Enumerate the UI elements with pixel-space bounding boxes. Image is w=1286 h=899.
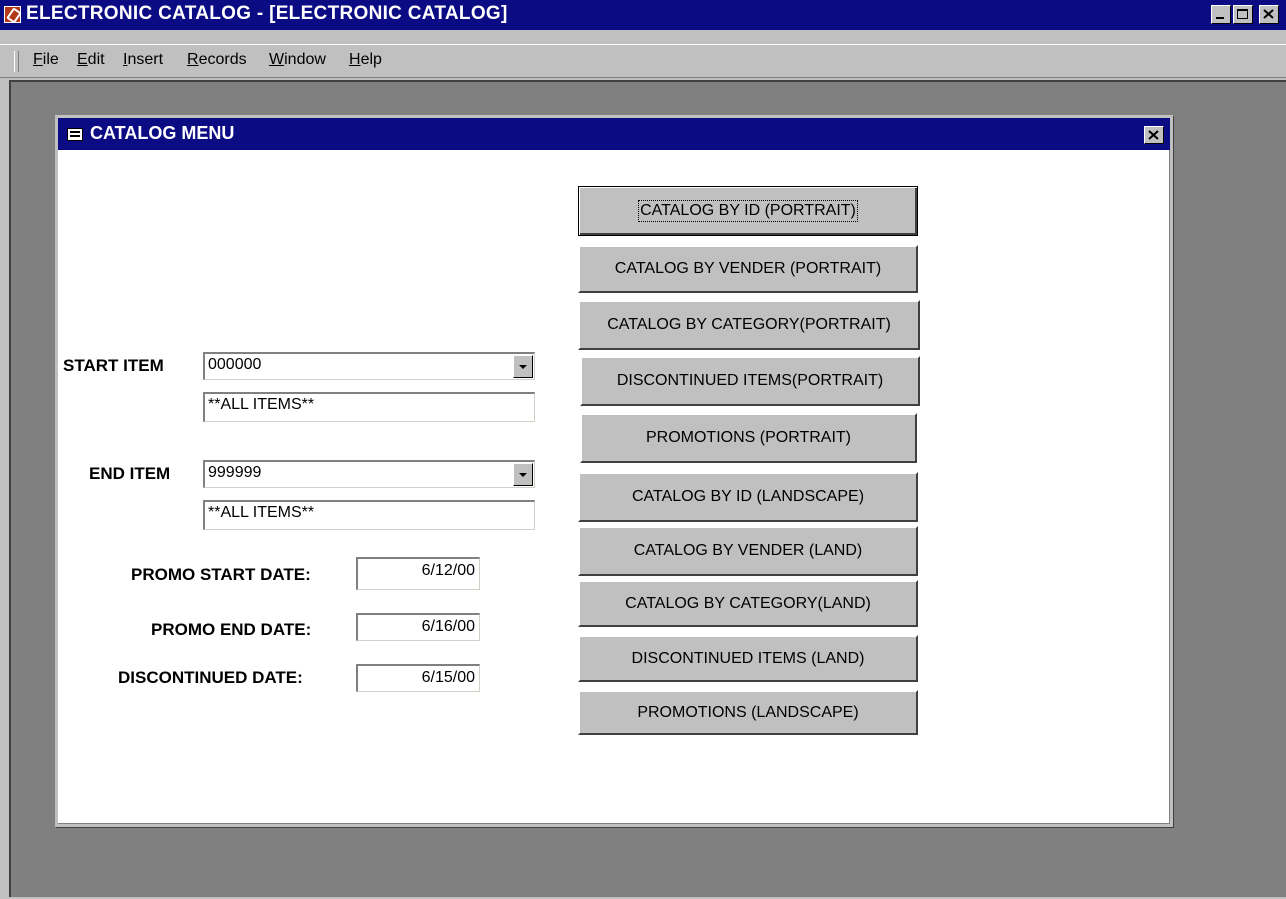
discontinued-date-label: DISCONTINUED DATE: xyxy=(118,668,303,687)
menu-window[interactable]: Window xyxy=(269,51,326,69)
catalog-menu-window: CATALOG MENU START ITEM 000000 **ALL ITE… xyxy=(55,115,1173,827)
button-label: DISCONTINUED ITEMS(PORTRAIT) xyxy=(616,372,884,389)
button-label: PROMOTIONS (LANDSCAPE) xyxy=(637,703,859,721)
discontinued-items-portrait-button[interactable]: DISCONTINUED ITEMS(PORTRAIT) xyxy=(580,356,920,406)
catalog-by-category-land-button[interactable]: CATALOG BY CATEGORY(LAND) xyxy=(578,580,918,627)
end-item-label: END ITEM xyxy=(89,464,171,483)
menu-window-accel: W xyxy=(269,51,285,68)
maximize-icon xyxy=(1237,9,1248,19)
catalog-menu-title: CATALOG MENU xyxy=(90,123,235,143)
button-label: CATALOG BY CATEGORY(PORTRAIT) xyxy=(607,316,891,333)
form-close-button[interactable] xyxy=(1144,126,1164,144)
menu-help[interactable]: Help xyxy=(349,51,382,69)
close-icon xyxy=(1263,9,1274,19)
discontinued-date-field[interactable]: 6/15/00 xyxy=(356,664,480,692)
menu-grip xyxy=(14,51,19,72)
end-item-dropdown-button[interactable] xyxy=(513,463,533,486)
menu-file[interactable]: File xyxy=(33,51,59,69)
button-label: PROMOTIONS (PORTRAIT) xyxy=(645,429,852,446)
promo-start-date-value: 6/12/00 xyxy=(421,562,475,579)
promo-end-date-value: 6/16/00 xyxy=(421,618,475,635)
catalog-by-category-portrait-button[interactable]: CATALOG BY CATEGORY(PORTRAIT) xyxy=(578,300,920,350)
button-label: CATALOG BY CATEGORY(LAND) xyxy=(625,594,871,612)
menu-edit-accel: E xyxy=(77,51,88,68)
discontinued-date-value: 6/15/00 xyxy=(421,669,475,686)
menu-file-accel: F xyxy=(33,51,43,68)
menu-file-label: ile xyxy=(42,51,59,68)
app-titlebar: ELECTRONIC CATALOG - [ELECTRONIC CATALOG… xyxy=(0,0,1286,30)
start-item-description-text: **ALL ITEMS** xyxy=(208,396,315,413)
maximize-button[interactable] xyxy=(1233,5,1253,24)
menu-insert[interactable]: Insert xyxy=(123,51,163,69)
promotions-portrait-button[interactable]: PROMOTIONS (PORTRAIT) xyxy=(580,413,917,463)
start-item-description[interactable]: **ALL ITEMS** xyxy=(203,392,535,422)
promotions-landscape-button[interactable]: PROMOTIONS (LANDSCAPE) xyxy=(578,690,918,735)
start-item-label: START ITEM xyxy=(63,356,164,375)
access-key-icon[interactable] xyxy=(4,6,21,23)
menu-records-accel: R xyxy=(187,51,199,68)
menu-edit[interactable]: Edit xyxy=(77,51,105,69)
end-item-description[interactable]: **ALL ITEMS** xyxy=(203,500,535,530)
button-label: CATALOG BY ID (LANDSCAPE) xyxy=(631,488,865,505)
catalog-by-vender-land-button[interactable]: CATALOG BY VENDER (LAND) xyxy=(578,526,918,576)
catalog-by-vender-portrait-button[interactable]: CATALOG BY VENDER (PORTRAIT) xyxy=(578,245,918,293)
minimize-icon xyxy=(1216,17,1224,19)
menu-insert-label: nsert xyxy=(127,51,164,68)
catalog-menu-titlebar: CATALOG MENU xyxy=(58,118,1170,150)
end-item-description-text: **ALL ITEMS** xyxy=(208,504,315,521)
button-label: CATALOG BY ID (PORTRAIT) xyxy=(638,200,858,222)
catalog-by-id-portrait-button[interactable]: CATALOG BY ID (PORTRAIT) xyxy=(578,186,918,236)
menu-help-label: elp xyxy=(360,51,382,68)
minimize-button[interactable] xyxy=(1211,5,1231,24)
menu-records-label: ecords xyxy=(198,51,247,68)
button-label: CATALOG BY VENDER (LAND) xyxy=(633,542,863,559)
start-item-combo[interactable]: 000000 xyxy=(203,352,535,380)
end-item-combo[interactable]: 999999 xyxy=(203,460,535,488)
promo-start-date-label: PROMO START DATE: xyxy=(131,565,311,584)
discontinued-items-land-button[interactable]: DISCONTINUED ITEMS (LAND) xyxy=(578,635,918,682)
menu-records[interactable]: Records xyxy=(187,51,247,69)
button-label: CATALOG BY VENDER (PORTRAIT) xyxy=(614,260,882,277)
menu-help-accel: H xyxy=(349,51,361,68)
close-button[interactable] xyxy=(1259,5,1279,24)
button-label: DISCONTINUED ITEMS (LAND) xyxy=(631,649,865,667)
app-title: ELECTRONIC CATALOG - [ELECTRONIC CATALOG… xyxy=(26,3,508,24)
close-icon xyxy=(1148,130,1159,140)
menu-bar: File Edit Insert Records Window Help xyxy=(0,44,1286,78)
promo-end-date-label: PROMO END DATE: xyxy=(151,620,312,639)
start-item-value: 000000 xyxy=(208,356,262,373)
menu-window-label: indow xyxy=(284,51,326,68)
promo-end-date-field[interactable]: 6/16/00 xyxy=(356,613,480,641)
menu-edit-label: dit xyxy=(87,51,105,68)
promo-start-date-field[interactable]: 6/12/00 xyxy=(356,557,480,590)
end-item-value: 999999 xyxy=(208,464,262,481)
form-icon[interactable] xyxy=(67,128,83,141)
catalog-by-id-landscape-button[interactable]: CATALOG BY ID (LANDSCAPE) xyxy=(578,472,918,522)
start-item-dropdown-button[interactable] xyxy=(513,355,533,378)
